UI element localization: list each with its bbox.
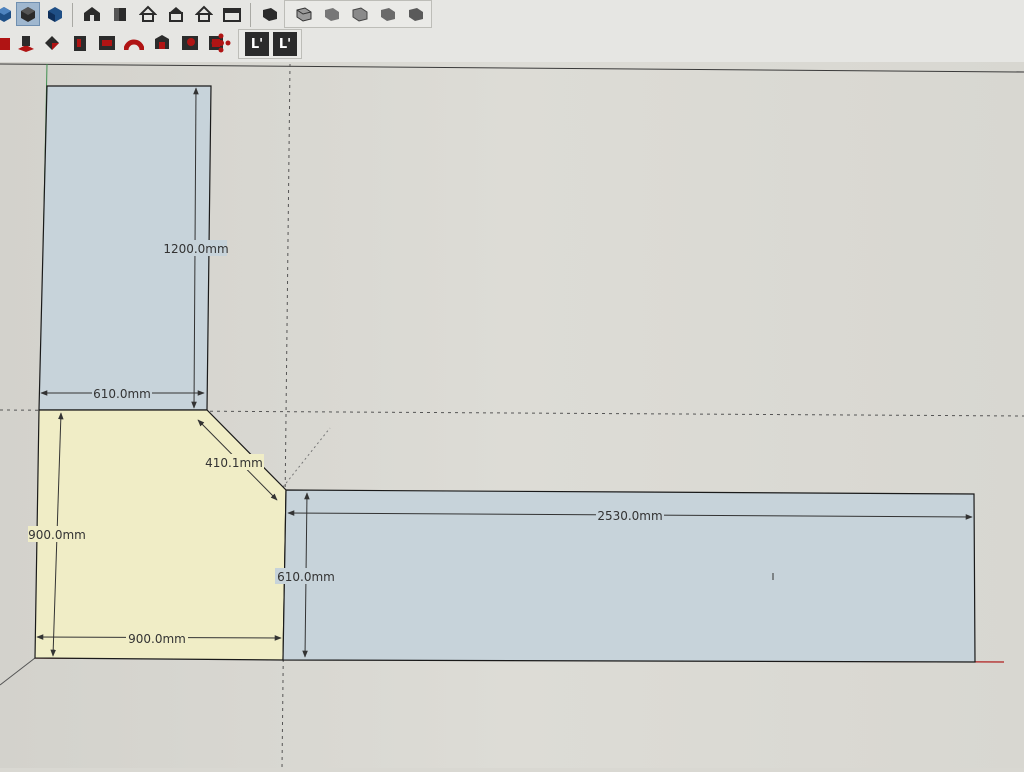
dim-label-diagonal: 410.1mm bbox=[205, 456, 263, 470]
blue-cube-icon[interactable] bbox=[0, 2, 16, 26]
orbit-icon[interactable] bbox=[178, 31, 202, 55]
blue-cube-icon[interactable] bbox=[43, 2, 67, 26]
shaded-style-icon[interactable] bbox=[348, 2, 372, 26]
home-icon[interactable] bbox=[136, 2, 160, 26]
section-box-icon[interactable] bbox=[68, 31, 92, 55]
sandbox-icon[interactable] bbox=[95, 31, 119, 55]
garage-icon[interactable] bbox=[220, 2, 244, 26]
solid-style-icon[interactable] bbox=[258, 2, 282, 26]
drawing-canvas[interactable]: 1200.0mm 610.0mm 410.1mm 900.0mm 900.0mm… bbox=[0, 42, 1024, 769]
layer-l-icon[interactable]: L' bbox=[245, 32, 269, 56]
arc-tool-icon[interactable] bbox=[122, 31, 146, 55]
dim-label-top-height: 1200.0mm bbox=[163, 242, 228, 256]
dim-label-right-depth: 610.0mm bbox=[277, 570, 335, 584]
layer-l-label: L' bbox=[278, 36, 292, 52]
origin-axis-line bbox=[0, 657, 36, 686]
inference-line bbox=[282, 427, 331, 488]
textured-style-icon[interactable] bbox=[376, 2, 400, 26]
front-view-icon[interactable] bbox=[108, 2, 132, 26]
toolbar: L' L' bbox=[0, 0, 1024, 63]
push-pull-icon[interactable] bbox=[14, 31, 38, 55]
explode-icon[interactable] bbox=[207, 31, 235, 55]
hidden-line-style-icon[interactable] bbox=[320, 2, 344, 26]
dim-label-corner-height: 900.0mm bbox=[28, 528, 86, 542]
back-view-icon[interactable] bbox=[164, 2, 188, 26]
follow-me-icon[interactable] bbox=[40, 31, 64, 55]
rotate-icon[interactable] bbox=[150, 31, 174, 55]
layer-l-icon[interactable]: L' bbox=[273, 32, 297, 56]
layer-l-label: L' bbox=[250, 36, 264, 52]
drawing-svg: 1200.0mm 610.0mm 410.1mm 900.0mm 900.0mm… bbox=[0, 42, 1024, 769]
iso-house-icon[interactable] bbox=[80, 2, 104, 26]
blue-axis-guide bbox=[281, 63, 291, 769]
top-guide-line bbox=[0, 63, 1024, 73]
view-cube-icon[interactable] bbox=[16, 2, 40, 26]
dim-label-right-length: 2530.0mm bbox=[597, 509, 662, 523]
monochrome-style-icon[interactable] bbox=[404, 2, 428, 26]
wireframe-style-icon[interactable] bbox=[292, 2, 316, 26]
dim-label-corner-width: 900.0mm bbox=[128, 632, 186, 646]
left-view-icon[interactable] bbox=[192, 2, 216, 26]
dim-label-top-width: 610.0mm bbox=[93, 387, 151, 401]
